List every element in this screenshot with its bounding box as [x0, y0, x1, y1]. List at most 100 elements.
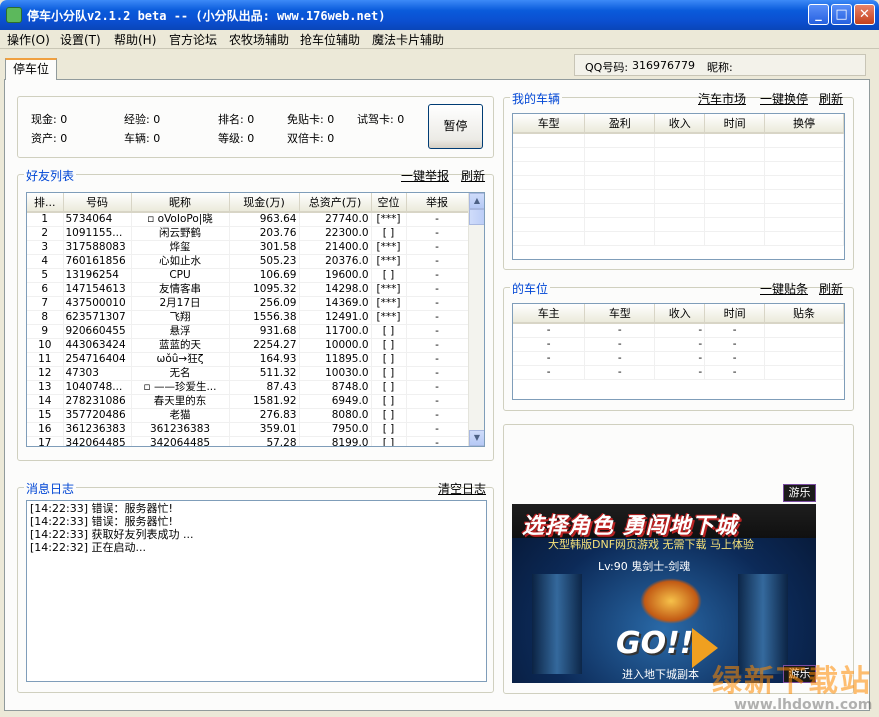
- table-row[interactable]: 15 357720486 老猫 276.83 8080.0[ ] -: [27, 408, 469, 423]
- table-cell: 357720486: [63, 408, 132, 423]
- table-row[interactable]: 16 361236383 361236383 359.01 7950.0[ ] -: [27, 422, 469, 437]
- table-row[interactable]: 13 1040748... ▫ ——珍爱生... 87.43 8748.0[ ] -: [27, 380, 469, 395]
- menu-settings[interactable]: 设置(T): [60, 31, 101, 48]
- table-cell: 5: [27, 268, 64, 283]
- table-row[interactable]: 6 147154613 友情客串 1095.32 14298.0 [***] -: [27, 282, 469, 297]
- car-market-link[interactable]: 汽车市场: [698, 90, 746, 107]
- table-cell: 623571307: [63, 310, 132, 325]
- table-row[interactable]: [513, 231, 844, 246]
- table-row[interactable]: ----: [513, 323, 844, 338]
- stick-all-link[interactable]: 一键贴条: [760, 280, 808, 297]
- menu-magic-card-helper[interactable]: 魔法卡片辅助: [372, 31, 444, 48]
- cars-column-header[interactable]: 车型: [513, 114, 586, 134]
- table-row[interactable]: 4 760161856 心如止水 505.23 20376.0 [***] -: [27, 254, 469, 269]
- spots-refresh-link[interactable]: 刷新: [819, 280, 843, 297]
- table-cell: 437500010: [63, 296, 132, 311]
- table-row[interactable]: 8 623571307 飞翔 1556.38 12491.0 [***] -: [27, 310, 469, 325]
- table-row[interactable]: 7 437500010 2月17日 256.09 14369.0 [***] -: [27, 296, 469, 311]
- scroll-thumb[interactable]: [469, 209, 484, 225]
- table-row[interactable]: 10 443063424 蓝蓝的天 2254.27 10000.0[ ] -: [27, 338, 469, 353]
- table-cell: 511.32: [229, 366, 300, 381]
- spots-column-header[interactable]: 车型: [584, 304, 656, 324]
- my-spots-table[interactable]: 车主 车型 收入 时间 贴条 ----------------: [512, 303, 845, 400]
- menu-farm-helper[interactable]: 农牧场辅助: [229, 31, 289, 48]
- friends-column-header[interactable]: 举报: [406, 193, 469, 213]
- log-line: [14:22:33] 错误：服务器忙!: [30, 502, 173, 515]
- friends-column-header[interactable]: 总资产(万): [299, 193, 372, 213]
- friends-column-header[interactable]: 现金(万): [229, 193, 300, 213]
- spots-column-header[interactable]: 收入: [654, 304, 706, 324]
- table-row[interactable]: [513, 161, 844, 176]
- table-row[interactable]: [513, 175, 844, 190]
- spots-column-header[interactable]: 贴条: [764, 304, 844, 324]
- ad-pillar-left: [532, 574, 582, 674]
- table-row[interactable]: ----: [513, 365, 844, 380]
- title-bar[interactable]: 停车小分队v2.1.2 beta -- (小分队出品: www.176web.n…: [0, 0, 879, 30]
- table-row[interactable]: 5 13196254 CPU 106.69 19600.0[ ] -: [27, 268, 469, 283]
- table-cell: [764, 175, 844, 190]
- table-row[interactable]: [513, 217, 844, 232]
- table-row[interactable]: [513, 203, 844, 218]
- table-row[interactable]: 2 1091155... 闲云野鹤 203.76 22300.0[ ] -: [27, 226, 469, 241]
- table-cell: 19600.0: [299, 268, 372, 283]
- table-row[interactable]: 12 47303 无名 511.32 10030.0[ ] -: [27, 366, 469, 381]
- cars-column-header[interactable]: 换停: [764, 114, 844, 134]
- log-textarea[interactable]: [14:22:33] 错误：服务器忙! [14:22:33] 错误：服务器忙! [1…: [26, 500, 487, 682]
- close-button[interactable]: ✕: [854, 4, 875, 25]
- friends-column-header[interactable]: 空位: [371, 193, 407, 213]
- cars-stat: 车辆: 0: [124, 132, 161, 145]
- cars-refresh-link[interactable]: 刷新: [819, 90, 843, 107]
- table-cell: 10: [27, 338, 64, 353]
- table-row[interactable]: ----: [513, 337, 844, 352]
- ad-tag-top[interactable]: 游乐: [783, 484, 816, 502]
- tab-parking[interactable]: 停车位: [5, 58, 57, 80]
- table-cell: -: [513, 323, 586, 338]
- table-cell: -: [654, 337, 706, 352]
- table-row[interactable]: 14 278231086 春天里的东 1581.92 6949.0[ ] -: [27, 394, 469, 409]
- friends-refresh-link[interactable]: 刷新: [461, 167, 485, 184]
- friends-column-header[interactable]: 排...: [27, 193, 64, 213]
- table-row[interactable]: 3 317588083 烨玺 301.58 21400.0 [***] -: [27, 240, 469, 255]
- minimize-button[interactable]: _: [808, 4, 829, 25]
- cars-column-header[interactable]: 收入: [654, 114, 706, 134]
- friends-column-header[interactable]: 昵称: [131, 193, 230, 213]
- table-row[interactable]: 11 254716404 ωǒǚ→狂ζ 164.93 11895.0[ ] -: [27, 352, 469, 367]
- cars-column-header[interactable]: 盈利: [584, 114, 656, 134]
- table-row[interactable]: 1 5734064 ▫ oVoIoPo|晓 963.64 27740.0 [***] -: [27, 212, 469, 227]
- menu-forum[interactable]: 官方论坛: [169, 31, 217, 48]
- table-cell: -: [406, 310, 469, 325]
- maximize-button[interactable]: □: [831, 4, 852, 25]
- menu-operate[interactable]: 操作(O): [7, 31, 50, 48]
- scroll-down-arrow-icon[interactable]: ▼: [469, 430, 484, 446]
- swap-all-link[interactable]: 一键换停: [760, 90, 808, 107]
- table-row[interactable]: [513, 147, 844, 162]
- pause-button[interactable]: 暂停: [428, 104, 483, 149]
- report-all-link[interactable]: 一键举报: [401, 167, 449, 184]
- menu-parking-helper[interactable]: 抢车位辅助: [300, 31, 360, 48]
- table-cell: -: [406, 380, 469, 395]
- table-cell: 21400.0: [299, 240, 372, 255]
- table-cell: [704, 175, 766, 190]
- table-cell: 悬浮: [131, 324, 230, 339]
- table-cell: 276.83: [229, 408, 300, 423]
- table-cell: -: [654, 351, 706, 366]
- table-row[interactable]: 17 342064485 342064485 57.28 8199.0[ ] -: [27, 436, 469, 446]
- table-row[interactable]: [513, 189, 844, 204]
- menu-help[interactable]: 帮助(H): [114, 31, 156, 48]
- spots-column-header[interactable]: 车主: [513, 304, 586, 324]
- spots-column-header[interactable]: 时间: [704, 304, 766, 324]
- table-row[interactable]: [513, 133, 844, 148]
- my-cars-table[interactable]: 车型 盈利 收入 时间 换停: [512, 113, 845, 260]
- cars-column-header[interactable]: 时间: [704, 114, 766, 134]
- table-cell: [764, 189, 844, 204]
- table-row[interactable]: 9 920660455 悬浮 931.68 11700.0[ ] -: [27, 324, 469, 339]
- scroll-up-arrow-icon[interactable]: ▲: [469, 193, 484, 209]
- table-cell: [654, 217, 706, 232]
- friends-scrollbar[interactable]: ▲ ▼: [468, 193, 484, 446]
- window-title: 停车小分队v2.1.2 beta -- (小分队出品: www.176web.n…: [27, 9, 386, 23]
- friends-column-header[interactable]: 号码: [63, 193, 132, 213]
- table-cell: 57.28: [229, 436, 300, 446]
- table-row[interactable]: ----: [513, 351, 844, 366]
- clear-log-link[interactable]: 清空日志: [438, 480, 486, 497]
- friends-table[interactable]: 排... 号码 昵称 现金(万) 总资产(万) 空位 举报 1 5734064 ▫ oVoIoP…: [26, 192, 485, 447]
